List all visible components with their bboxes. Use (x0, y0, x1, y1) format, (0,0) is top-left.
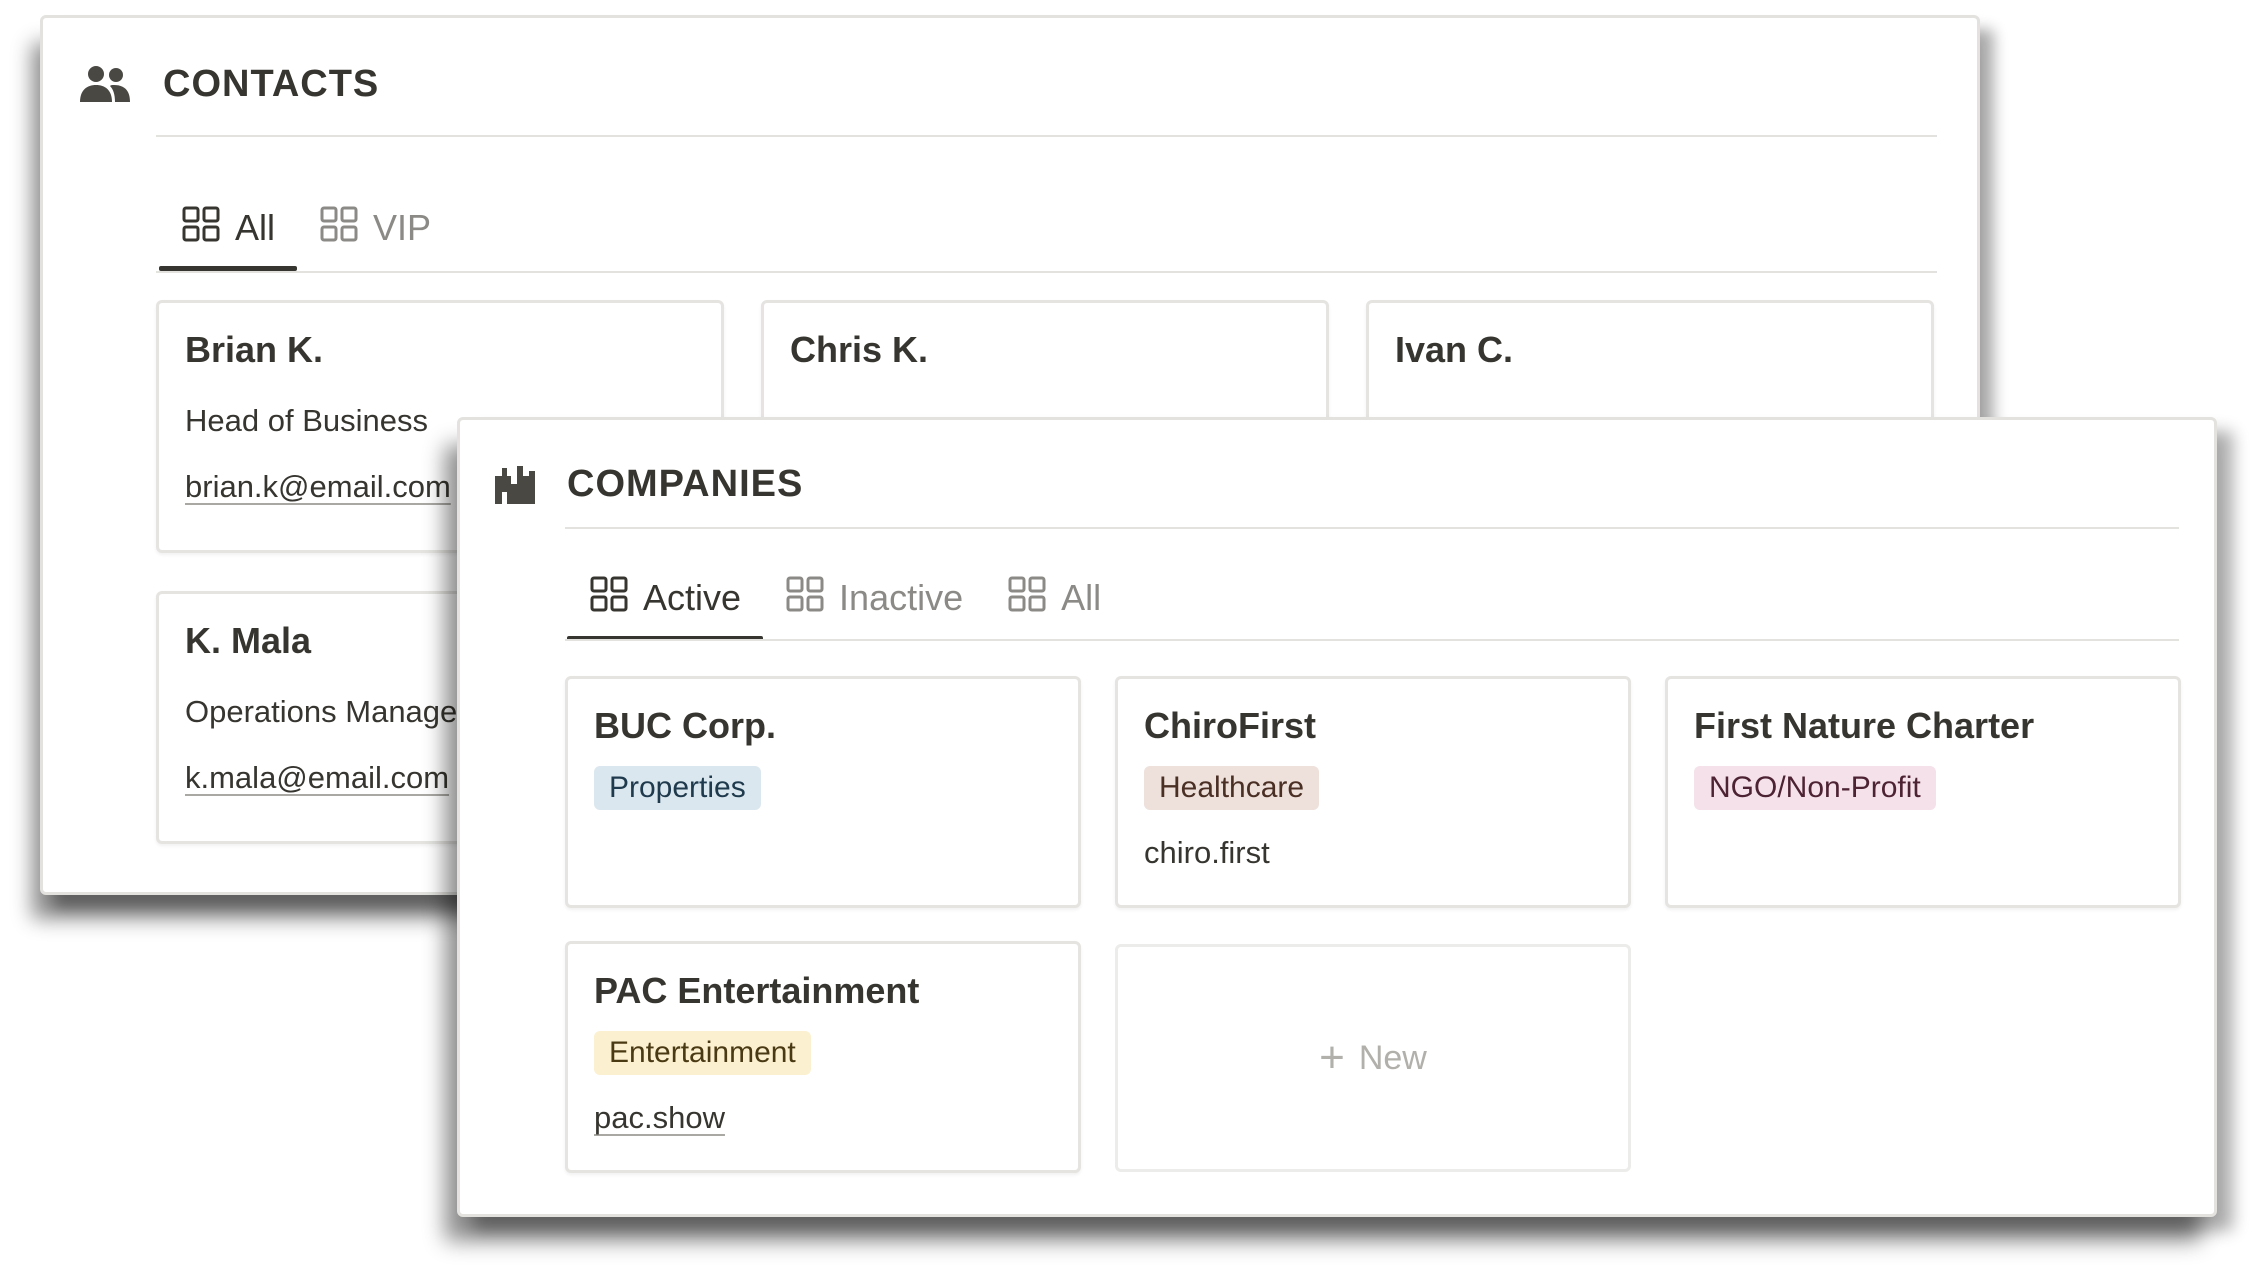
contact-name: Ivan C. (1395, 329, 1514, 370)
tab-label: All (1061, 577, 1102, 618)
building-icon (493, 462, 537, 506)
company-name: First Nature Charter (1694, 705, 2035, 746)
contact-name: Chris K. (790, 329, 929, 370)
tab-label: Inactive (839, 577, 964, 618)
gallery-icon (589, 574, 629, 623)
new-card-content: + New (1118, 947, 1628, 1169)
contact-name: K. Mala (185, 620, 312, 661)
companies-view-tabs: Active Inactive All (567, 556, 1123, 641)
industry-tag: Properties (594, 766, 761, 810)
gallery-icon (319, 204, 359, 253)
tab-vip[interactable]: VIP (297, 186, 453, 270)
tab-label: Active (643, 577, 742, 618)
plus-icon: + (1319, 1033, 1345, 1082)
tab-all[interactable]: All (159, 186, 298, 271)
company-card-pac[interactable]: PAC Entertainment Entertainment pac.show (565, 941, 1081, 1173)
contacts-tabs-divider (156, 271, 1937, 273)
gallery-icon (785, 574, 825, 623)
company-name: BUC Corp. (594, 705, 776, 746)
companies-header: COMPANIES (493, 462, 803, 506)
contacts-header: CONTACTS (77, 62, 379, 106)
tab-all-companies[interactable]: All (985, 556, 1123, 640)
gallery-icon (181, 204, 221, 253)
contacts-view-tabs: All VIP (159, 186, 453, 271)
tab-label: All (235, 207, 276, 248)
industry-tag: NGO/Non-Profit (1694, 766, 1936, 810)
companies-tabs-divider (565, 639, 2179, 641)
contact-role: Head of Business (185, 403, 428, 438)
contact-email[interactable]: k.mala@email.com (185, 760, 449, 796)
contacts-title-divider (156, 135, 1937, 137)
industry-tag: Healthcare (1144, 766, 1320, 810)
tab-inactive[interactable]: Inactive (763, 556, 985, 640)
gallery-icon (1007, 574, 1047, 623)
company-name: ChiroFirst (1144, 705, 1317, 746)
companies-panel: COMPANIES Active Inactive All BUC Corp. … (457, 417, 2217, 1217)
company-card-first-nature[interactable]: First Nature Charter NGO/Non-Profit (1665, 676, 2181, 908)
contacts-title: CONTACTS (163, 62, 380, 105)
industry-tag: Entertainment (594, 1031, 811, 1075)
new-card-button[interactable]: + New (1115, 944, 1631, 1172)
new-label: New (1358, 1038, 1427, 1077)
stage: CONTACTS All VIP Brian K. Head of Busine… (0, 0, 2258, 1282)
tab-label: VIP (373, 207, 432, 248)
people-icon (77, 62, 133, 106)
contact-role: Operations Manager (185, 694, 468, 729)
tab-active[interactable]: Active (567, 556, 764, 641)
contact-name: Brian K. (185, 329, 324, 370)
contact-email[interactable]: brian.k@email.com (185, 469, 451, 505)
companies-title-divider (565, 527, 2179, 529)
company-website[interactable]: pac.show (594, 1100, 725, 1136)
company-website[interactable]: chiro.first (1144, 835, 1270, 871)
company-card-chirofirst[interactable]: ChiroFirst Healthcare chiro.first (1115, 676, 1631, 908)
company-name: PAC Entertainment (594, 970, 920, 1011)
companies-title: COMPANIES (567, 462, 804, 505)
company-card-buc[interactable]: BUC Corp. Properties (565, 676, 1081, 908)
